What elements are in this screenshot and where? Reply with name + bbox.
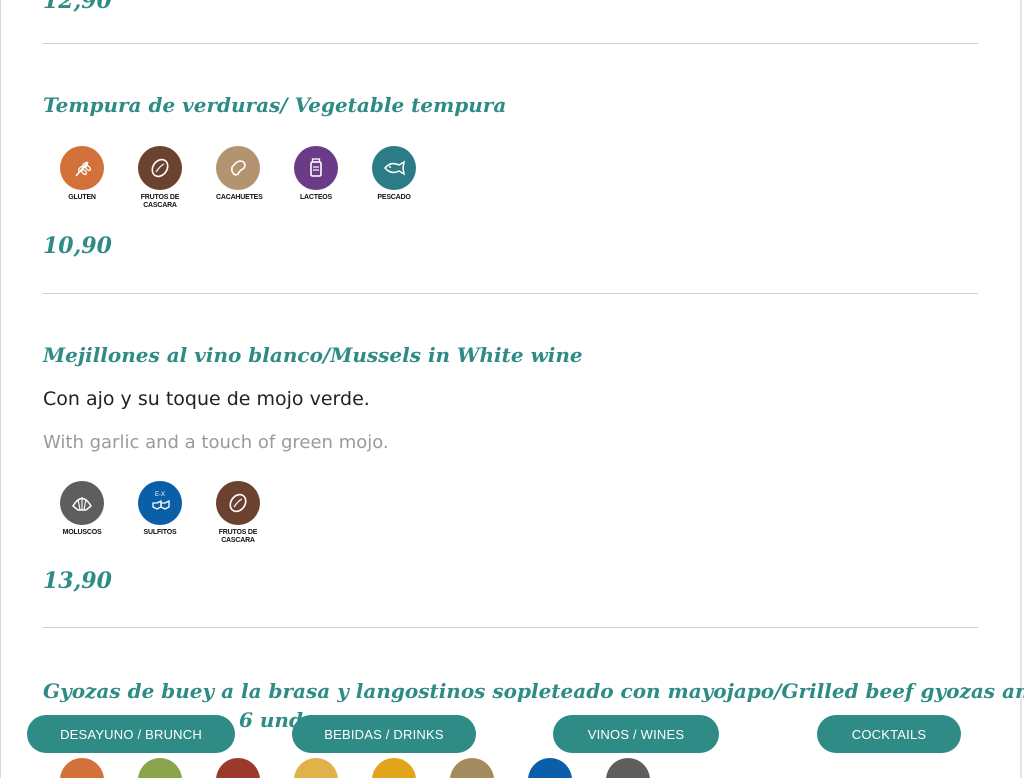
milk-icon — [294, 146, 338, 190]
allergen-label: PESCADO — [377, 194, 411, 201]
wheat-icon — [60, 146, 104, 190]
allergen-row-gyozas — [60, 758, 684, 778]
nav-brunch-button[interactable]: DESAYUNO / BRUNCH — [27, 715, 235, 753]
nav-wines-button[interactable]: VINOS / WINES — [553, 715, 719, 753]
sulphite-icon: E-X — [138, 481, 182, 525]
nut-icon — [216, 481, 260, 525]
allergen-row-mussels: MOLUSCOS E-X SULFITOS FRUTOS DE CASCARA — [60, 481, 294, 545]
allergen-label: FRUTOS DE CASCARA — [218, 529, 258, 544]
egg-icon — [294, 758, 338, 778]
menu-page: 12,90 Tempura de verduras/ Vegetable tem… — [0, 0, 1024, 778]
nut-icon — [138, 146, 182, 190]
allergen-label: LACTEOS — [299, 194, 333, 201]
allergen-dairy: LACTEOS — [294, 146, 372, 210]
mustard-icon — [372, 758, 416, 778]
shell-icon — [60, 481, 104, 525]
previous-item-price: 12,90 — [43, 0, 112, 14]
crustacean-icon — [216, 758, 260, 778]
item-title-gyozas: Gyozas de buey a la brasa y langostinos … — [43, 679, 1024, 703]
divider — [43, 293, 978, 294]
allergen-label: MOLUSCOS — [62, 529, 102, 536]
allergen-sulphites: E-X SULFITOS — [138, 481, 216, 545]
nav-drinks-button[interactable]: BEBIDAS / DRINKS — [292, 715, 476, 753]
allergen-label: FRUTOS DE CASCARA — [140, 194, 180, 209]
item-description-es: Con ajo y su toque de mojo verde. — [43, 388, 370, 410]
soy-icon — [138, 758, 182, 778]
wheat-icon — [60, 758, 104, 778]
allergen-fish: PESCADO — [372, 146, 450, 210]
page-edge — [0, 0, 1, 778]
fish-icon — [372, 146, 416, 190]
item-price-tempura: 10,90 — [43, 233, 112, 259]
allergen-label: GLUTEN — [68, 194, 96, 201]
sulphite-badge: E-X — [155, 492, 165, 498]
nav-cocktails-button[interactable]: COCKTAILS — [817, 715, 961, 753]
shell-icon — [606, 758, 650, 778]
allergen-row-tempura: GLUTEN FRUTOS DE CASCARA CACAHUETES LACT… — [60, 146, 450, 210]
allergen-gluten: GLUTEN — [60, 146, 138, 210]
allergen-label: SULFITOS — [143, 529, 177, 536]
item-description-en: With garlic and a touch of green mojo. — [43, 432, 389, 453]
peanut-icon — [216, 146, 260, 190]
sulphite-icon — [528, 758, 572, 778]
allergen-nuts: FRUTOS DE CASCARA — [216, 481, 294, 545]
item-price-mussels: 13,90 — [43, 568, 112, 594]
allergen-peanuts: CACAHUETES — [216, 146, 294, 210]
divider — [43, 43, 978, 44]
divider — [43, 627, 978, 628]
allergen-label: CACAHUETES — [216, 194, 263, 201]
allergen-nuts: FRUTOS DE CASCARA — [138, 146, 216, 210]
category-nav: DESAYUNO / BRUNCH BEBIDAS / DRINKS VINOS… — [0, 712, 1024, 756]
item-title-tempura: Tempura de verduras/ Vegetable tempura — [43, 93, 507, 117]
sesame-icon — [450, 758, 494, 778]
allergen-molluscs: MOLUSCOS — [60, 481, 138, 545]
item-title-mussels: Mejillones al vino blanco/Mussels in Whi… — [43, 343, 583, 367]
scrollbar[interactable] — [1020, 0, 1022, 778]
